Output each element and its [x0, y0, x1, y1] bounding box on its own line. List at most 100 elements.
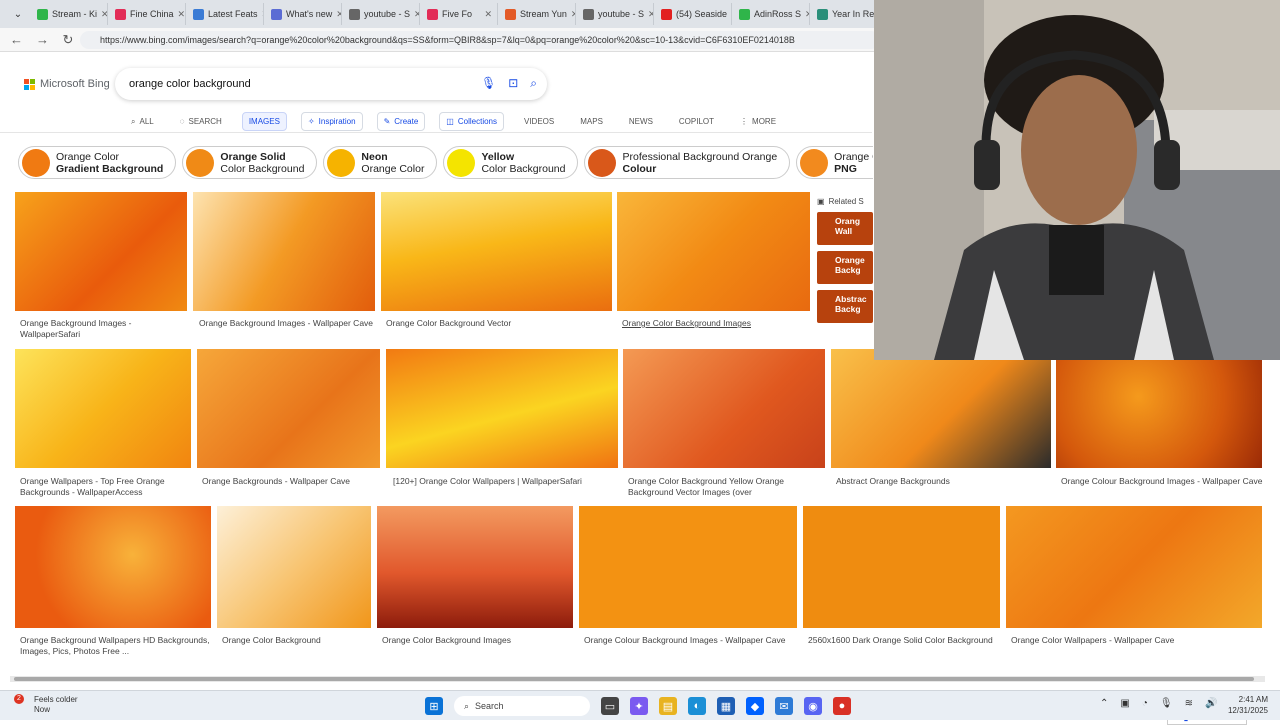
browser-tab[interactable]: AdinRoss S✕	[734, 3, 810, 25]
related-search-tile[interactable]: Orange Backg	[817, 251, 873, 284]
task-view-icon[interactable]: ▭	[601, 697, 619, 715]
image-result-caption[interactable]: 2560x1600 Dark Orange Solid Color Backgr…	[808, 635, 1004, 646]
close-tab-icon[interactable]: ✕	[731, 9, 732, 20]
scope-more[interactable]: ⋮ MORE	[734, 113, 782, 130]
edge-icon[interactable]: ◐	[688, 697, 706, 715]
related-search-pill[interactable]: Orange Solid Color Background	[182, 146, 318, 179]
image-result-thumbnail[interactable]	[377, 506, 573, 628]
scope-copilot[interactable]: COPILOT	[673, 113, 720, 130]
related-search-tile[interactable]: Orang Wall	[817, 212, 873, 245]
related-search-pill[interactable]: Orange Color Gradient Background	[18, 146, 177, 179]
image-result-thumbnail[interactable]	[193, 192, 375, 311]
scope-maps[interactable]: MAPS	[574, 113, 609, 130]
image-result-caption[interactable]: Abstract Orange Backgrounds	[836, 476, 1056, 487]
microphone-icon[interactable]: 🎙	[481, 76, 496, 91]
weather-widget[interactable]: 2 Feels colder Now	[14, 694, 78, 715]
scope-news[interactable]: NEWS	[623, 113, 659, 130]
browser-tab[interactable]: What's new✕	[266, 3, 342, 25]
image-result-caption[interactable]: Orange Backgrounds - Wallpaper Cave	[202, 476, 380, 487]
close-tab-icon[interactable]: ✕	[571, 9, 575, 20]
scope-inspiration[interactable]: ✧ Inspiration	[300, 112, 363, 131]
scope-collections[interactable]: ◫ Collections	[439, 112, 504, 131]
image-result-thumbnail[interactable]	[15, 349, 191, 468]
search-box[interactable]: orange color background 🎙 ⊡ ⌕	[115, 68, 547, 100]
discord-icon[interactable]: ◉	[804, 697, 822, 715]
microphone-icon[interactable]: 🎙	[1160, 698, 1173, 709]
related-search-tile[interactable]: Abstrac Backg	[817, 290, 873, 323]
scope-search[interactable]: ◌ SEARCH	[174, 113, 228, 130]
close-tab-icon[interactable]: ✕	[414, 9, 419, 20]
related-search-pill[interactable]: Orange ColoPNG	[796, 146, 873, 179]
image-result-thumbnail[interactable]	[15, 192, 187, 311]
scope-create[interactable]: ✎ Create	[376, 112, 426, 131]
browser-tab[interactable]: Latest Feats ✕	[188, 3, 264, 25]
outlook-icon[interactable]: ✉	[775, 697, 793, 715]
close-tab-icon[interactable]: ✕	[805, 9, 809, 20]
related-search-pill[interactable]: Yellow Color Background	[443, 146, 579, 179]
image-result-caption[interactable]: Orange Color Background Images	[382, 635, 574, 646]
image-result-thumbnail[interactable]	[1056, 349, 1262, 468]
bing-logo[interactable]: Microsoft Bing	[24, 78, 110, 90]
store-icon[interactable]: ▦	[717, 697, 735, 715]
image-result-thumbnail[interactable]	[1006, 506, 1262, 628]
refresh-icon[interactable]: ↻	[62, 32, 74, 48]
wifi-icon[interactable]: ≋	[1185, 698, 1193, 709]
back-icon[interactable]: ←	[10, 32, 23, 47]
image-result-caption[interactable]: Orange Color Background Vector	[386, 318, 612, 329]
tab-list-dropdown[interactable]: ⌄	[6, 3, 30, 25]
image-result-caption[interactable]: Orange Background Wallpapers HD Backgrou…	[20, 635, 216, 657]
chevron-up-icon[interactable]: ⌃	[1100, 698, 1108, 709]
related-search-pill[interactable]: Professional Background Orange Colour	[584, 146, 791, 179]
file-explorer-icon[interactable]: ▤	[659, 697, 677, 715]
close-tab-icon[interactable]: ✕	[484, 9, 492, 20]
image-result-caption[interactable]: Orange Color Wallpapers - Wallpaper Cave	[1011, 635, 1267, 646]
image-result-thumbnail[interactable]	[803, 506, 1000, 628]
close-tab-icon[interactable]: ✕	[178, 9, 185, 20]
image-result-thumbnail[interactable]	[15, 506, 211, 628]
image-result-caption[interactable]: Orange Color Background	[222, 635, 372, 646]
horizontal-scrollbar[interactable]	[10, 676, 1265, 682]
browser-tab[interactable]: youtube - S✕	[344, 3, 420, 25]
dropbox-icon[interactable]: ◆	[746, 697, 764, 715]
close-tab-icon[interactable]: ✕	[101, 9, 107, 20]
tray-app-icon[interactable]: ▣	[1120, 698, 1129, 709]
browser-tab[interactable]: Five Fo ✕	[422, 3, 498, 25]
image-result-caption[interactable]: Orange Colour Background Images - Wallpa…	[1061, 476, 1267, 498]
scrollbar-thumb[interactable]	[14, 677, 1254, 681]
image-result-thumbnail[interactable]	[831, 349, 1051, 468]
image-result-caption[interactable]: Orange Wallpapers - Top Free Orange Back…	[20, 476, 192, 498]
scope-all[interactable]: ⌕ ALL	[125, 113, 160, 131]
image-result-thumbnail[interactable]	[617, 192, 810, 311]
image-result-thumbnail[interactable]	[217, 506, 371, 628]
image-result-caption[interactable]: [120+] Orange Color Wallpapers | Wallpap…	[393, 476, 621, 487]
scope-images[interactable]: IMAGES	[241, 112, 287, 131]
copilot-icon[interactable]: ✦	[630, 697, 648, 715]
browser-tab[interactable]: (54) Seaside✕	[656, 3, 732, 25]
clock[interactable]: 2:41 AM 12/31/2025	[1210, 694, 1268, 716]
forward-icon[interactable]: →	[36, 32, 49, 47]
close-tab-icon[interactable]: ✕	[648, 9, 653, 20]
image-result-caption[interactable]: Orange Background Images - WallpaperSafa…	[20, 318, 188, 340]
search-icon[interactable]: ⌕	[530, 76, 537, 91]
related-search-pill[interactable]: Neon Orange Color	[323, 146, 438, 179]
image-result-thumbnail[interactable]	[381, 192, 612, 311]
browser-tab[interactable]: Fine China ✕	[110, 3, 186, 25]
image-result-caption[interactable]: Orange Background Images - Wallpaper Cav…	[199, 318, 375, 340]
search-query[interactable]: orange color background	[129, 78, 251, 90]
app-icon[interactable]: ●	[833, 697, 851, 715]
scope-videos[interactable]: VIDEOS	[518, 113, 560, 130]
image-result-thumbnail[interactable]	[623, 349, 825, 468]
close-tab-icon[interactable]: ✕	[336, 9, 341, 20]
network-icon[interactable]: ◔	[1142, 698, 1148, 709]
browser-tab[interactable]: Stream Yun ✕	[500, 3, 576, 25]
image-result-caption[interactable]: Orange Color Background Yellow Orange Ba…	[628, 476, 828, 498]
windows-start-icon[interactable]: ⊞	[425, 697, 443, 715]
browser-tab[interactable]: youtube - S✕	[578, 3, 654, 25]
taskbar-search[interactable]: ⌕ Search	[454, 696, 590, 716]
image-result-thumbnail[interactable]	[386, 349, 618, 468]
image-result-caption[interactable]: Orange Color Background Images	[622, 318, 812, 329]
image-result-caption[interactable]: Orange Colour Background Images - Wallpa…	[584, 635, 799, 646]
image-result-thumbnail[interactable]	[197, 349, 380, 468]
browser-tab[interactable]: Stream - Ki ✕	[32, 3, 108, 25]
visual-search-icon[interactable]: ⊡	[508, 76, 518, 91]
